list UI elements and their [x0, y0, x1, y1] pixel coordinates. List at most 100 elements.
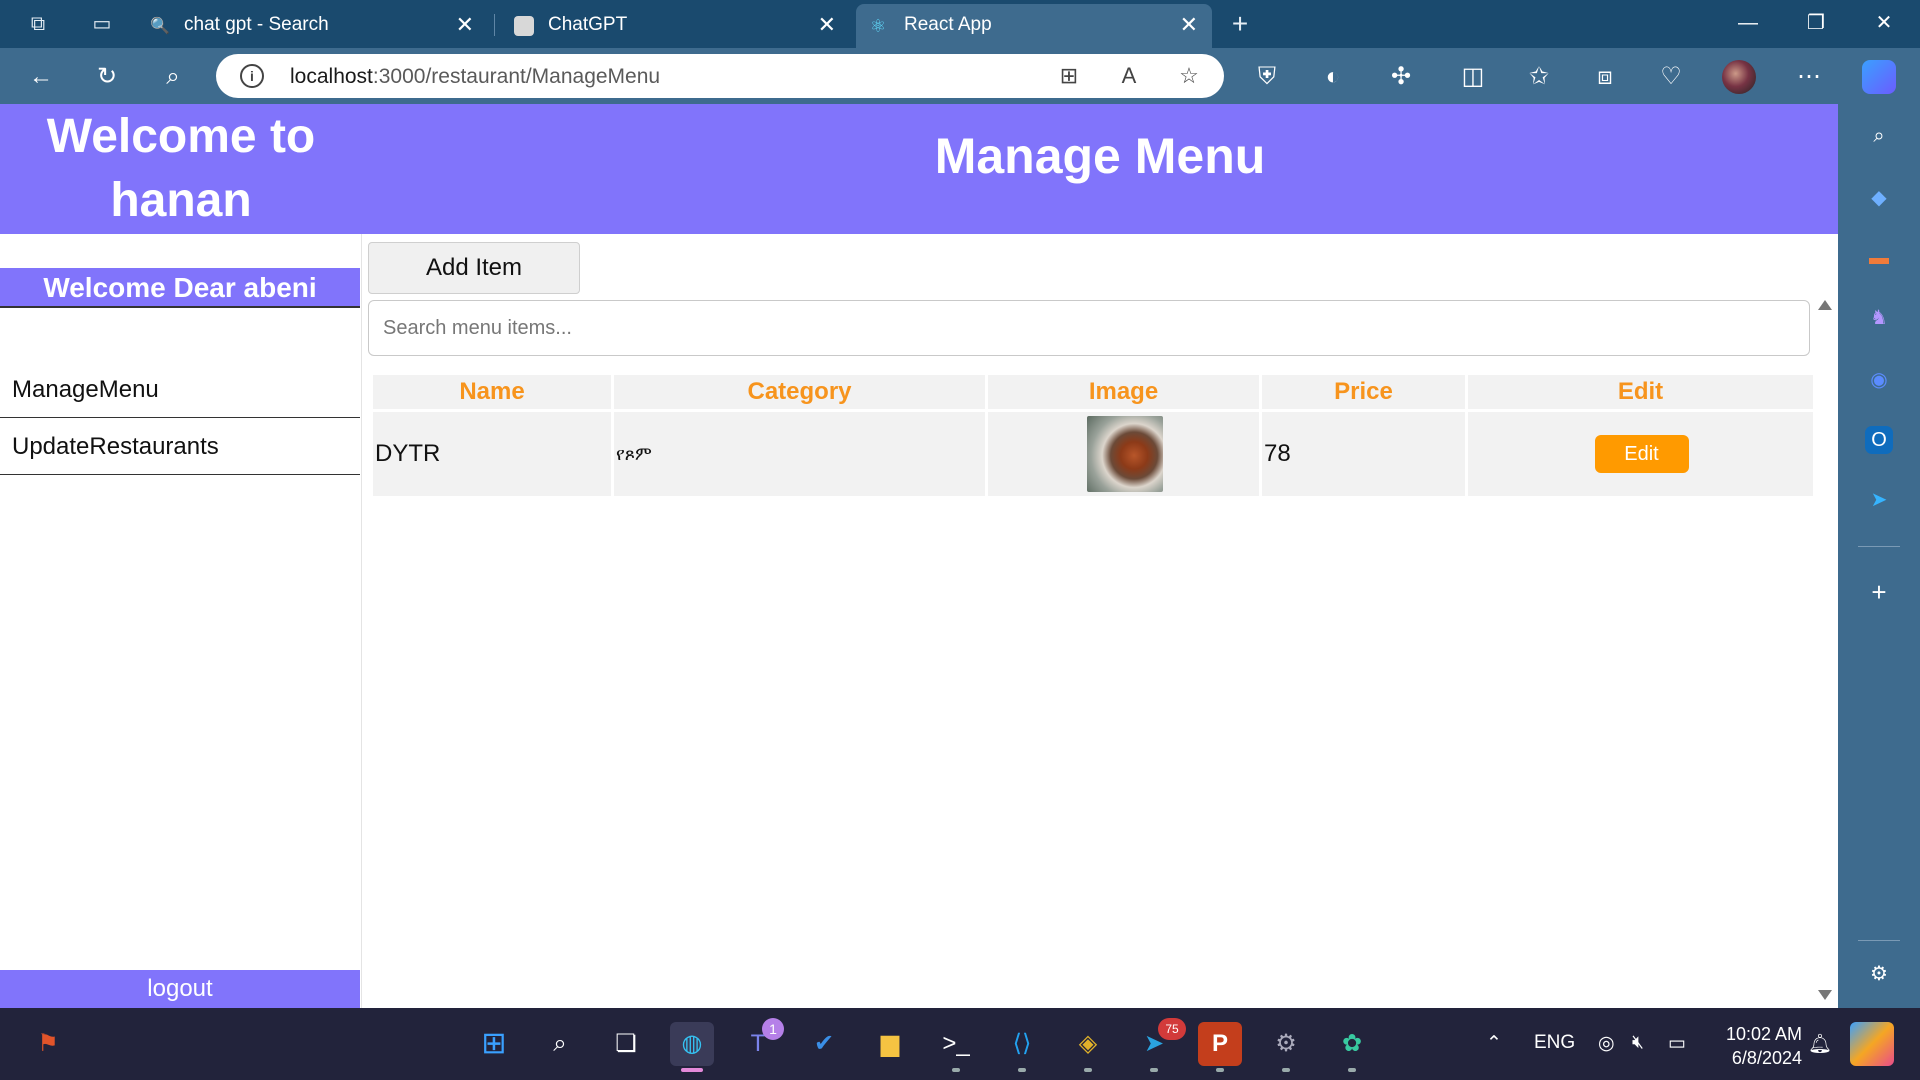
system-clock[interactable]: 10:02 AM 6/8/2024: [1710, 1022, 1802, 1070]
tools-icon[interactable]: ▬: [1865, 244, 1893, 272]
games-icon[interactable]: ♞: [1865, 304, 1893, 332]
table-row: DYTR የጾም 78 Edit: [373, 412, 1813, 496]
search-icon[interactable]: ⌕: [538, 1022, 582, 1066]
file-explorer-icon[interactable]: ▆: [868, 1022, 912, 1066]
chatgpt-icon: [514, 16, 534, 36]
running-indicator: [1018, 1068, 1026, 1072]
clock-date: 6/8/2024: [1731, 1048, 1802, 1068]
sidebar-item-update-restaurants[interactable]: UpdateRestaurants: [0, 419, 360, 475]
cell-category: የጾም: [614, 412, 985, 496]
running-indicator: [1216, 1068, 1224, 1072]
shopping-tag-icon[interactable]: ◆: [1865, 184, 1893, 212]
column-header-edit: Edit: [1468, 375, 1813, 409]
table-header-row: Name Category Image Price Edit: [373, 375, 1813, 409]
cell-edit: Edit: [1468, 412, 1813, 496]
cell-image: [988, 412, 1259, 496]
drop-send-icon[interactable]: ➤: [1865, 486, 1893, 514]
close-icon[interactable]: ✕: [1180, 12, 1198, 38]
menu-table: Name Category Image Price Edit DYTR የጾም …: [370, 372, 1816, 499]
todo-check-icon[interactable]: ✔: [802, 1022, 846, 1066]
refresh-icon[interactable]: ↻: [90, 60, 124, 94]
extension-globe-icon[interactable]: ◐: [1316, 60, 1350, 94]
browser-essentials-icon[interactable]: ♡: [1654, 60, 1688, 94]
battery-icon[interactable]: ▭: [1668, 1032, 1686, 1055]
more-options-icon[interactable]: ⋯: [1792, 60, 1826, 94]
tab-chat-gpt-search[interactable]: 🔍 chat gpt - Search ✕: [136, 4, 488, 48]
copilot-icon[interactable]: [1862, 60, 1896, 94]
workspaces-icon[interactable]: ⧉: [24, 10, 52, 38]
scroll-up-arrow-icon[interactable]: [1818, 300, 1832, 310]
show-hidden-icons-chevron-icon[interactable]: ⌃: [1486, 1032, 1502, 1055]
tab-separator: [494, 14, 495, 36]
edge-browser-icon[interactable]: ◍: [670, 1022, 714, 1066]
network-globe-icon[interactable]: ◎: [1598, 1032, 1615, 1055]
chatgpt-app-icon[interactable]: ✿: [1330, 1022, 1374, 1066]
running-indicator: [1084, 1068, 1092, 1072]
settings-gear-icon[interactable]: ⚙: [1865, 960, 1893, 988]
add-item-button[interactable]: Add Item: [368, 242, 580, 294]
sidebar-divider: [1858, 940, 1900, 941]
column-header-category: Category: [614, 375, 985, 409]
extensions-icon[interactable]: ✣: [1384, 60, 1418, 94]
tab-chatgpt[interactable]: ChatGPT ✕: [500, 4, 850, 48]
column-header-name: Name: [373, 375, 611, 409]
search-icon[interactable]: ⌕: [156, 60, 190, 94]
outlook-icon[interactable]: O: [1865, 426, 1893, 454]
scroll-down-arrow-icon[interactable]: [1818, 990, 1832, 1000]
app-available-icon[interactable]: ⊞: [1054, 62, 1084, 90]
address-bar[interactable]: i localhost:3000/restaurant/ManageMenu ⊞…: [216, 54, 1224, 98]
terminal-icon[interactable]: >_: [934, 1022, 978, 1066]
close-icon[interactable]: ✕: [818, 12, 836, 38]
new-tab-icon[interactable]: +: [1226, 10, 1254, 38]
search-icon[interactable]: ⌕: [1865, 122, 1893, 150]
running-indicator: [1348, 1068, 1356, 1072]
user-greeting: Welcome Dear abeni: [0, 268, 360, 308]
notification-bell-icon[interactable]: 🔔︎: [1808, 1032, 1832, 1056]
add-icon[interactable]: +: [1865, 578, 1893, 606]
settings-gear-icon[interactable]: ⚙: [1264, 1022, 1308, 1066]
close-window-icon[interactable]: ✕: [1864, 8, 1904, 38]
windows-taskbar: ⚑ ⊞ ⌕ ❏ ◍ T 1 ✔ ▆ >_ ⟨⟩ ◈ ➤ 75 P ⚙ ✿ ⌃ E…: [0, 1008, 1920, 1080]
split-screen-icon[interactable]: ◫: [1456, 60, 1490, 94]
volume-muted-icon[interactable]: 🔇︎: [1632, 1032, 1644, 1054]
back-icon[interactable]: ←: [24, 60, 58, 94]
running-indicator: [1150, 1068, 1158, 1072]
sidebar-item-manage-menu[interactable]: ManageMenu: [0, 362, 360, 418]
sidebar-welcome-title: Welcome to hanan: [0, 104, 362, 234]
vscode-icon[interactable]: ⟨⟩: [1000, 1022, 1044, 1066]
column-header-price: Price: [1262, 375, 1465, 409]
minimize-icon[interactable]: —: [1728, 8, 1768, 38]
close-icon[interactable]: ✕: [456, 12, 474, 38]
widgets-icon[interactable]: ⚑: [26, 1022, 70, 1066]
restore-icon[interactable]: ❐: [1796, 8, 1836, 38]
favorite-star-icon[interactable]: ☆: [1174, 62, 1204, 90]
powerpoint-icon[interactable]: P: [1198, 1022, 1242, 1066]
search-icon: 🔍: [150, 18, 170, 35]
edit-button[interactable]: Edit: [1594, 435, 1689, 473]
favorites-icon[interactable]: ✩: [1522, 60, 1556, 94]
browser-tab-strip: ⧉ ▭ 🔍 chat gpt - Search ✕ ChatGPT ✕ ⚛ Re…: [0, 0, 1920, 48]
copilot-pre-icon[interactable]: [1850, 1022, 1894, 1066]
microsoft-365-icon[interactable]: ◉: [1865, 366, 1893, 394]
profile-avatar[interactable]: [1722, 60, 1756, 94]
logout-button[interactable]: logout: [0, 970, 360, 1008]
collections-icon[interactable]: ⧈: [1588, 60, 1622, 94]
search-input[interactable]: [368, 300, 1810, 356]
language-indicator[interactable]: ENG: [1534, 1032, 1575, 1054]
url-text[interactable]: localhost:3000/restaurant/ManageMenu: [290, 65, 660, 89]
git-icon[interactable]: ◈: [1066, 1022, 1110, 1066]
tab-react-app[interactable]: ⚛ React App ✕: [856, 4, 1212, 48]
sidebar-divider: [1858, 546, 1900, 547]
page-title: Manage Menu: [362, 104, 1838, 234]
vertical-tabs-icon[interactable]: ▭: [88, 10, 116, 38]
start-windows-icon[interactable]: ⊞: [472, 1022, 516, 1066]
shield-icon[interactable]: ⛨: [1250, 60, 1284, 94]
column-header-image: Image: [988, 375, 1259, 409]
main-content: Manage Menu Add Item Name Category Image…: [362, 104, 1838, 1008]
site-info-icon[interactable]: i: [240, 64, 264, 88]
app-page: Welcome to hanan Welcome Dear abeni Mana…: [0, 104, 1838, 1008]
read-aloud-icon[interactable]: A: [1114, 62, 1144, 90]
cell-name: DYTR: [373, 412, 611, 496]
task-view-icon[interactable]: ❏: [604, 1022, 648, 1066]
teams-notification-badge: 1: [762, 1018, 784, 1040]
